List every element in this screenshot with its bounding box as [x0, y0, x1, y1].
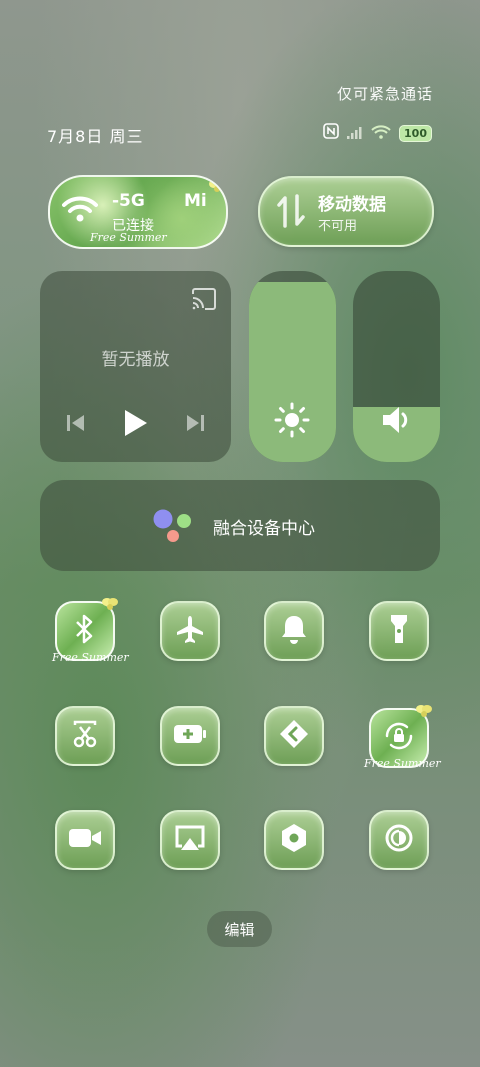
wifi-tile[interactable]: -5G Mi 已连接 Free Summer [48, 175, 228, 249]
battery-saver-icon [173, 723, 207, 749]
bluetooth-icon [73, 614, 97, 648]
mobile-data-status: 不可用 [318, 219, 358, 234]
screen-record-icon [68, 827, 102, 853]
previous-icon[interactable] [66, 413, 86, 437]
screenshot-icon [70, 719, 100, 753]
wifi-icon [371, 124, 391, 143]
nfc-icon [323, 123, 339, 143]
media-status: 暂无播放 [101, 350, 170, 370]
edit-button[interactable]: 编辑 [207, 911, 272, 947]
wifi-tile-icon [62, 194, 98, 228]
play-icon[interactable] [123, 408, 149, 442]
cast-screen-toggle[interactable] [160, 810, 220, 870]
cast-icon[interactable] [191, 288, 217, 314]
rotation-lock-icon [383, 720, 415, 756]
emergency-call-only: 仅可紧急通话 [336, 85, 433, 103]
cast-screen-icon [174, 824, 206, 856]
share-toggle[interactable] [264, 706, 324, 766]
screen-record-toggle[interactable] [55, 810, 115, 870]
wifi-network-name: -5G [112, 191, 145, 211]
signal-icon [347, 124, 363, 143]
speaker-icon [381, 405, 413, 439]
device-hub-icon [152, 508, 198, 550]
butterfly-icon [101, 595, 119, 617]
device-hub-button[interactable]: 融合设备中心 [40, 480, 440, 571]
wifi-ssid-suffix: Mi [184, 191, 207, 211]
status-icons: 100 [323, 123, 432, 143]
next-icon[interactable] [185, 413, 205, 437]
battery-icon: 100 [399, 124, 432, 142]
mobile-data-icon [276, 194, 306, 232]
contrast-icon [384, 823, 414, 857]
butterfly-icon [208, 177, 226, 199]
flashlight-toggle[interactable] [369, 601, 429, 661]
bluetooth-decor-text: Free Summer [52, 651, 129, 664]
screenshot-toggle[interactable] [55, 706, 115, 766]
battery-saver-toggle[interactable] [160, 706, 220, 766]
brightness-slider[interactable] [249, 271, 336, 462]
airplane-toggle[interactable] [160, 601, 220, 661]
settings-toggle[interactable] [264, 810, 324, 870]
wifi-decor-text: Free Summer [90, 231, 167, 244]
notification-toggle[interactable] [264, 601, 324, 661]
volume-slider[interactable] [353, 271, 440, 462]
sun-icon [274, 402, 310, 442]
flashlight-icon [389, 613, 409, 649]
media-panel[interactable]: 暂无播放 [40, 271, 231, 462]
mobile-data-tile[interactable]: 移动数据 不可用 [258, 176, 434, 247]
date-text: 7月8日 周三 [47, 127, 144, 146]
device-hub-label: 融合设备中心 [213, 519, 315, 539]
bell-icon [281, 614, 307, 648]
rotation-lock-decor-text: Free Summer [364, 757, 441, 770]
settings-icon [279, 823, 309, 857]
airplane-icon [175, 614, 205, 648]
mobile-data-title: 移动数据 [318, 195, 386, 215]
contrast-toggle[interactable] [369, 810, 429, 870]
share-icon [279, 719, 309, 753]
butterfly-icon [415, 702, 433, 724]
